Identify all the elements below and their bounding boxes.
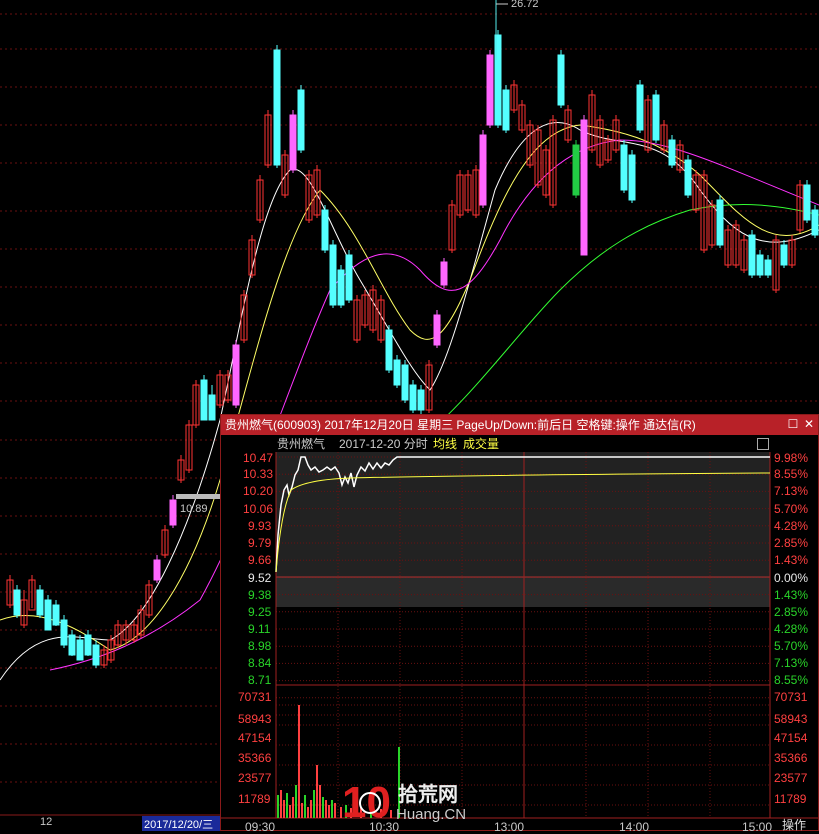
volume-tick-right: 23577 xyxy=(774,771,808,785)
price-tick: 10.20 xyxy=(243,484,274,498)
pct-tick: 4.28% xyxy=(774,622,809,636)
time-label: 09:30 xyxy=(245,820,276,834)
volume-tick: 70731 xyxy=(238,690,272,704)
pct-tick: 5.70% xyxy=(774,639,809,653)
pct-tick: 2.85% xyxy=(774,605,809,619)
watermark-en: Huang.CN xyxy=(396,806,466,823)
time-label: 14:00 xyxy=(619,820,650,834)
watermark-cn: 拾荒网 xyxy=(398,782,458,806)
time-label: 15:00 xyxy=(742,820,773,834)
price-tick-mid: 9.52 xyxy=(248,571,272,585)
volume-tick-right: 11789 xyxy=(774,792,807,806)
price-tick: 9.25 xyxy=(248,605,272,619)
intraday-chart xyxy=(221,452,818,819)
volume-tick-right: 70731 xyxy=(774,690,808,704)
price-marker-label: 10.89 xyxy=(180,503,208,515)
price-tick: 10.33 xyxy=(243,467,274,481)
pct-tick: 2.85% xyxy=(774,536,809,550)
operate-button[interactable]: 操作 xyxy=(782,816,806,833)
volume-tick: 47154 xyxy=(238,731,272,745)
volume-tick: 11789 xyxy=(238,792,271,806)
intraday-popup-window[interactable]: 贵州燃气(600903) 2017年12月20日 星期三 PageUp/Down… xyxy=(220,414,819,834)
date-label-left: 12 xyxy=(40,816,53,828)
volume-tick-right: 47154 xyxy=(774,731,808,745)
pct-tick: 5.70% xyxy=(774,502,809,516)
pct-tick: 1.43% xyxy=(774,553,809,567)
pct-tick: 1.43% xyxy=(774,588,809,602)
peak-price-label: 26.72 xyxy=(511,0,539,10)
watermark-logo: 10 拾荒网 Huang.CN xyxy=(342,778,466,827)
pct-tick: 8.55% xyxy=(774,467,809,481)
price-tick: 10.47 xyxy=(243,451,274,465)
pct-tick: 8.55% xyxy=(774,673,809,687)
price-tick: 8.71 xyxy=(248,673,272,687)
volume-tick-right: 58943 xyxy=(774,712,808,726)
price-tick: 9.38 xyxy=(248,588,272,602)
pct-tick: 7.13% xyxy=(774,656,809,670)
time-label: 13:00 xyxy=(494,820,525,834)
pct-tick-mid: 0.00% xyxy=(774,571,809,585)
pct-tick: 7.13% xyxy=(774,484,809,498)
price-tick: 9.11 xyxy=(248,622,271,636)
price-tick: 9.79 xyxy=(248,536,272,550)
price-tick: 8.84 xyxy=(248,656,272,670)
price-marker xyxy=(176,494,226,499)
pct-tick: 9.98% xyxy=(774,451,809,465)
date-label-current: 2017/12/20/三 xyxy=(144,819,214,831)
watermark-number: 10 xyxy=(342,778,391,827)
price-tick: 9.66 xyxy=(248,553,272,567)
price-tick: 8.98 xyxy=(248,639,272,653)
volume-tick: 35366 xyxy=(238,751,272,765)
price-tick: 10.06 xyxy=(243,502,274,516)
pct-tick: 4.28% xyxy=(774,519,809,533)
intraday-grid xyxy=(221,452,818,819)
volume-tick-right: 35366 xyxy=(774,751,808,765)
price-tick: 9.93 xyxy=(248,519,272,533)
volume-tick: 58943 xyxy=(238,712,272,726)
volume-tick: 23577 xyxy=(238,771,272,785)
